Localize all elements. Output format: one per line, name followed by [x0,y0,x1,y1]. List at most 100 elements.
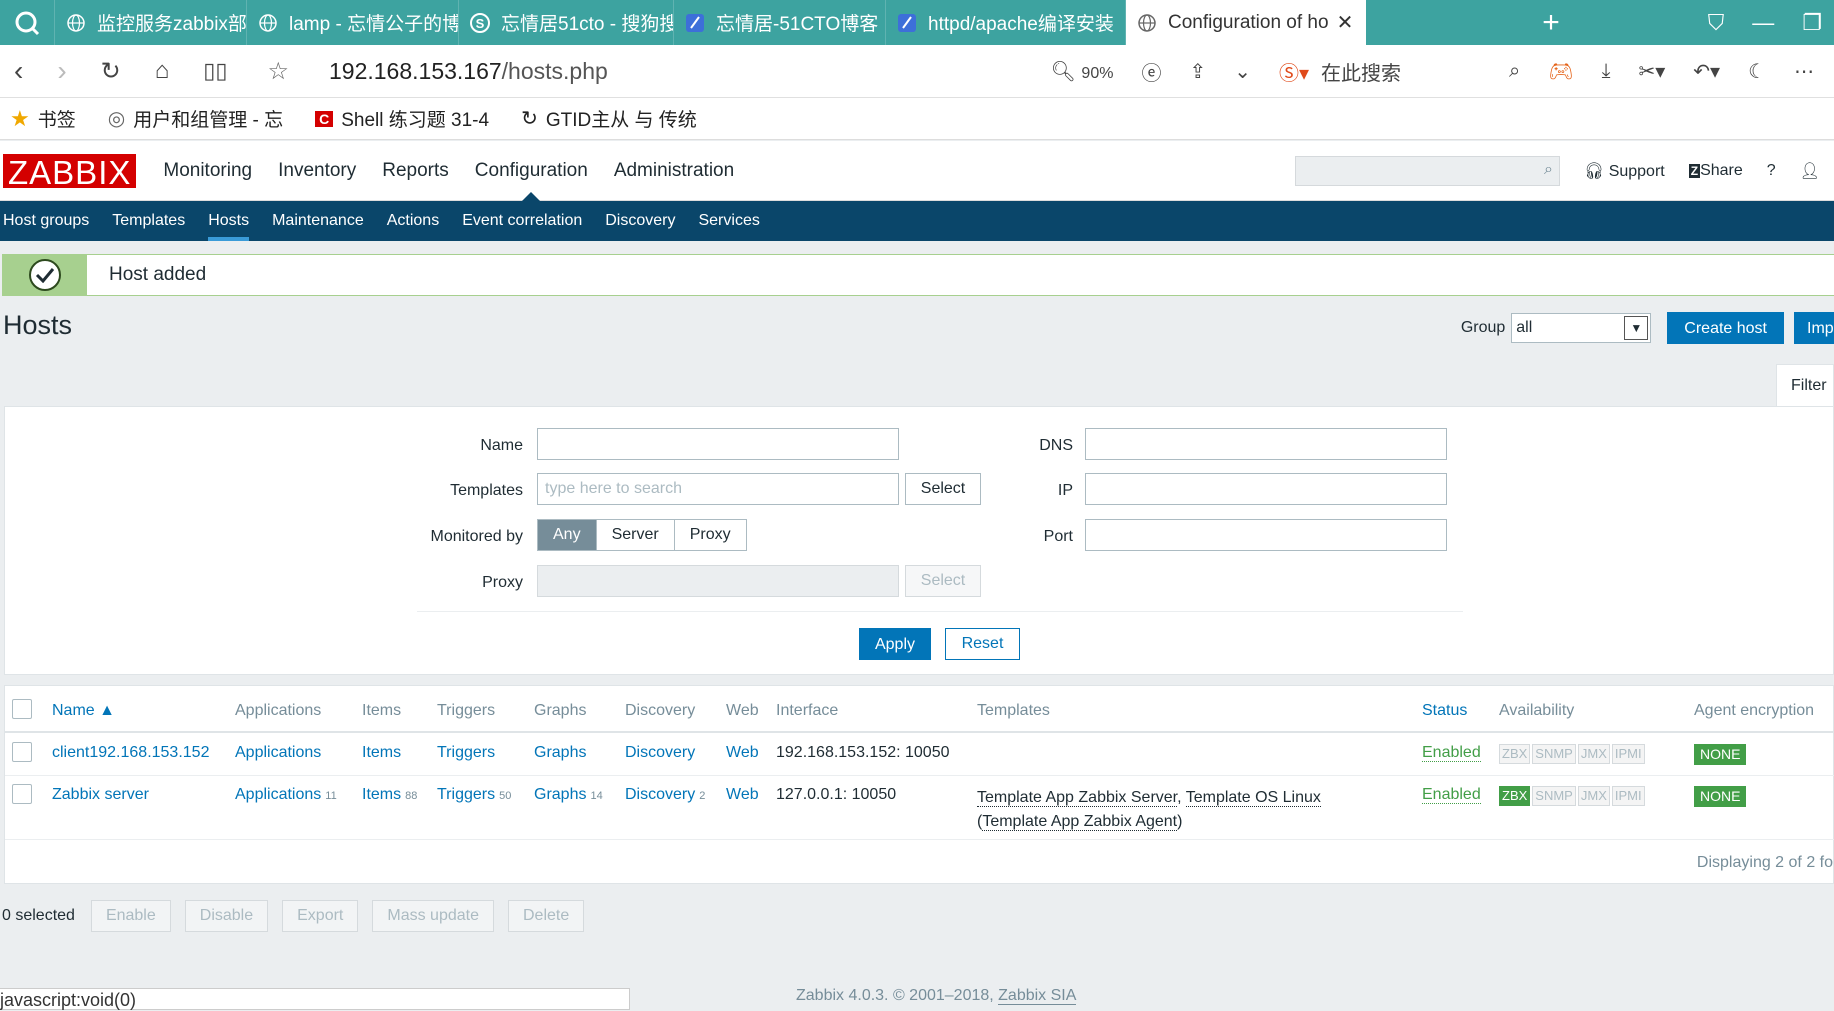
bookmark-item[interactable]: ↻ GTID主从 与 传统 [521,105,697,132]
search-icon[interactable]: ⌕ [1509,60,1520,83]
submenu-templates[interactable]: Templates [100,201,196,241]
column-header-name[interactable]: Name ▲ [52,702,115,720]
ipmi-badge: IPMI [1611,744,1645,764]
submenu-event-correlation[interactable]: Event correlation [450,201,593,241]
menu-reports[interactable]: Reports [369,141,462,201]
import-button[interactable]: Imp [1794,312,1834,344]
help-icon[interactable]: ? [1767,162,1776,180]
group-select[interactable]: all ▼ [1511,313,1652,343]
jmx-badge: JMX [1577,744,1610,764]
zoom-icon[interactable]: 🔍︎ 90% [1050,59,1113,84]
scissors-icon[interactable]: ✂▾ [1638,59,1665,84]
browser-tab[interactable]: httpd/apache编译安装 [886,0,1126,45]
template-link[interactable]: Template App Zabbix Server [977,789,1178,807]
moon-icon[interactable]: ☾ [1748,59,1766,84]
zabbix-logo[interactable]: ZABBIX [3,153,137,190]
submenu-maintenance[interactable]: Maintenance [260,201,375,241]
web-link[interactable]: Web [726,786,759,804]
monitored-server-option[interactable]: Server [597,520,675,550]
monitored-any-option[interactable]: Any [538,520,597,550]
discovery-link[interactable]: Discovery 2 [625,786,705,804]
browser-tab[interactable]: 忘情居-51CTO博客 [674,0,886,45]
web-link[interactable]: Web [726,744,759,762]
submenu-actions[interactable]: Actions [375,201,450,241]
share-page-icon[interactable]: ⇪ [1189,59,1206,84]
browser-tab[interactable]: S 忘情居51cto - 搜狗搜 [459,0,674,45]
search-field[interactable]: 在此搜索 [1321,57,1481,86]
template-link[interactable]: Template OS Linux [1185,789,1321,807]
url-field[interactable]: 192.168.153.167/hosts.php [329,58,608,85]
submenu-discovery[interactable]: Discovery [593,201,686,241]
minimize-icon[interactable]: — [1752,10,1774,36]
menu-monitoring[interactable]: Monitoring [150,141,265,201]
triggers-link[interactable]: Triggers 50 [437,786,511,804]
host-name-link[interactable]: client192.168.153.152 [52,744,209,762]
submenu-hosts[interactable]: Hosts [196,201,260,241]
template-link[interactable]: Template App Zabbix Agent [982,813,1178,831]
more-icon[interactable]: ⋯ [1794,59,1814,84]
items-link[interactable]: Items [362,744,401,762]
shirt-icon[interactable]: ⛉ [1708,10,1725,36]
user-profile-icon[interactable]: 👤︎ [1800,161,1820,181]
undo-icon[interactable]: ↶▾ [1693,59,1720,84]
create-host-button[interactable]: Create host [1667,312,1784,344]
discovery-link[interactable]: Discovery [625,744,695,762]
forward-icon[interactable]: › [57,55,66,87]
graphs-link[interactable]: Graphs 14 [534,786,603,804]
new-tab-icon[interactable]: + [1542,6,1560,40]
reader-icon[interactable]: ▯▯ [203,58,227,84]
submenu-host-groups[interactable]: Host groups [0,201,100,241]
select-all-checkbox[interactable] [12,699,32,719]
feather-icon [896,12,918,34]
bookmark-item[interactable]: ◎ 用户和组管理 - 忘 [108,105,283,132]
graphs-link[interactable]: Graphs [534,744,586,762]
ie-icon[interactable]: ⓔ [1141,57,1161,86]
browser-tab[interactable]: 监控服务zabbix部署 - [55,0,247,45]
applications-link[interactable]: Applications 11 [235,786,337,804]
bookmark-item[interactable]: ★ 书签 [10,105,76,132]
triggers-link[interactable]: Triggers [437,744,495,762]
templates-input[interactable]: type here to search [537,473,899,505]
host-name-link[interactable]: Zabbix server [52,786,149,804]
apply-button[interactable]: Apply [859,628,931,660]
reset-button[interactable]: Reset [945,628,1020,660]
filter-tab[interactable]: Filter [1776,364,1834,406]
applications-link[interactable]: Applications [235,744,321,762]
game-icon[interactable]: 🎮︎ [1548,59,1573,84]
ip-input[interactable] [1085,473,1447,505]
refresh-icon[interactable]: ↻ [101,57,121,86]
footer-link[interactable]: Zabbix SIA [998,987,1077,1005]
row-checkbox[interactable] [12,784,32,804]
sogou-search-icon[interactable]: Ⓢ▾ [1279,57,1309,86]
support-link[interactable]: 🎧︎ Support [1584,161,1665,181]
column-header-status[interactable]: Status [1422,702,1467,720]
monitored-proxy-option[interactable]: Proxy [675,520,746,550]
chevron-down-icon: ▼ [1624,316,1649,340]
search-icon[interactable]: ⌕ [1544,161,1553,179]
menu-inventory[interactable]: Inventory [265,141,369,201]
back-icon[interactable]: ‹ [14,55,23,87]
bookmark-item[interactable]: C Shell 练习题 31-4 [315,105,489,132]
close-tab-icon[interactable]: ✕ [1337,10,1354,35]
globe-icon [65,12,87,34]
submenu-services[interactable]: Services [686,201,770,241]
items-link[interactable]: Items 88 [362,786,417,804]
star-icon[interactable]: ☆ [267,57,289,86]
restore-icon[interactable]: ❐ [1802,10,1822,36]
status-link[interactable]: Enabled [1422,744,1481,762]
status-link[interactable]: Enabled [1422,786,1481,804]
browser-tab-active[interactable]: Configuration of ho ✕ [1126,0,1366,45]
chevron-down-icon[interactable]: ⌄ [1234,59,1251,84]
share-link[interactable]: Z Share [1688,162,1743,180]
browser-tab[interactable]: lamp - 忘情公子的博客 [247,0,459,45]
global-search-input[interactable]: ⌕ [1294,155,1560,186]
browser-logo-icon[interactable] [0,0,55,45]
row-checkbox[interactable] [12,742,32,762]
dns-input[interactable] [1085,428,1447,460]
download-icon[interactable]: ⤓ [1602,60,1611,83]
port-input[interactable] [1085,519,1447,551]
name-input[interactable] [537,428,899,460]
menu-configuration[interactable]: Configuration [462,141,601,202]
home-icon[interactable]: ⌂ [155,57,170,85]
menu-administration[interactable]: Administration [601,141,747,201]
